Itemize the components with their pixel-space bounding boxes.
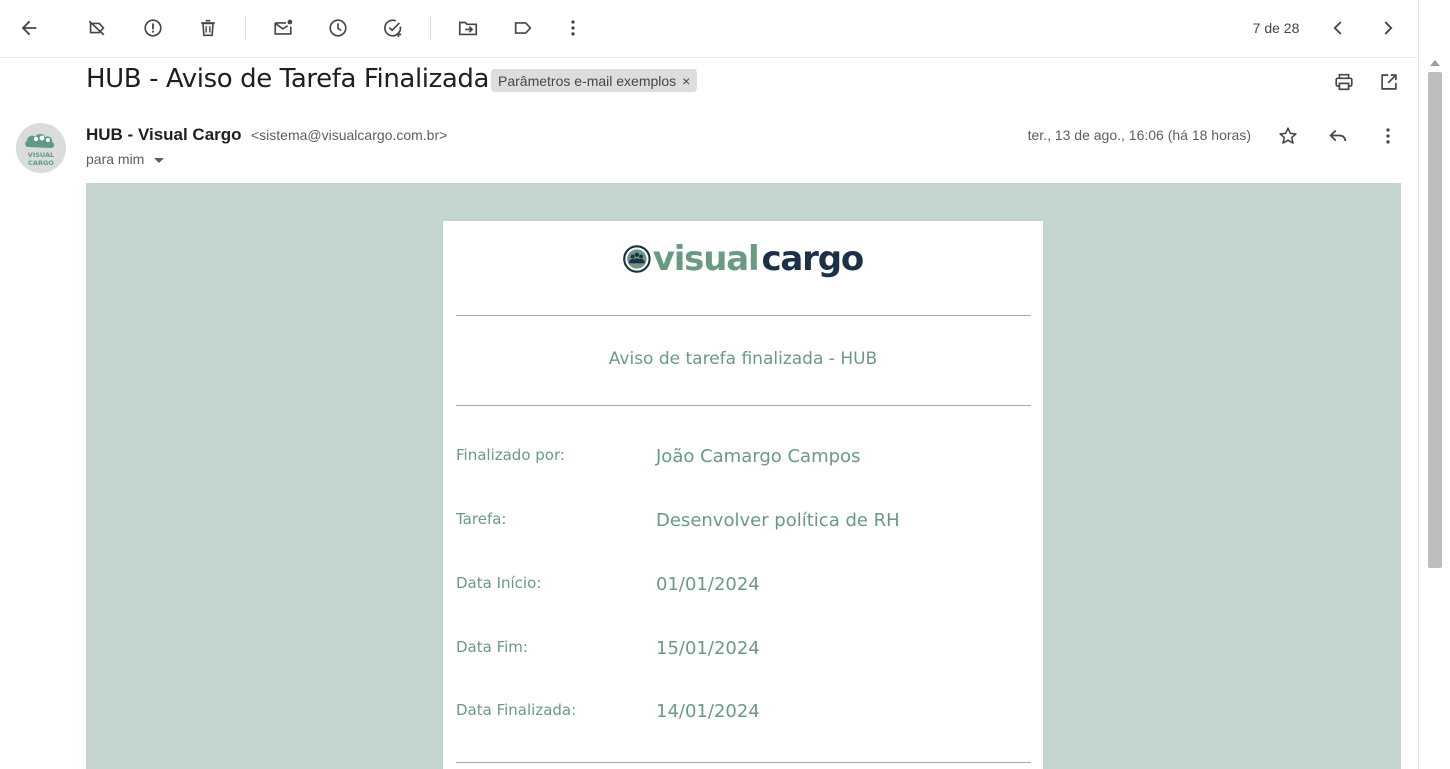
email-body: visual cargo Aviso de tarefa finalizada … — [86, 183, 1401, 769]
label-off-icon — [88, 20, 105, 36]
star-icon — [1279, 127, 1297, 144]
start-date-label: Data Início: — [456, 574, 542, 592]
avatar-line-2: CARGO — [28, 159, 54, 167]
move-to-button[interactable] — [450, 10, 486, 46]
finished-by-label: Finalizado por: — [456, 446, 565, 464]
caret-down-icon — [154, 157, 165, 163]
reply-button[interactable] — [1322, 120, 1354, 152]
avatar-line-1: VISUAL — [28, 151, 54, 159]
divider — [456, 762, 1031, 763]
clock-icon — [329, 19, 347, 37]
scroll-up-arrow-icon[interactable] — [1430, 60, 1440, 66]
label-chip[interactable]: Parâmetros e-mail exemplos × — [491, 69, 698, 92]
recipient-text: para mim — [86, 151, 145, 167]
logo-word-cargo: cargo — [761, 239, 864, 279]
open-in-new-icon — [1381, 74, 1397, 90]
toolbar-divider — [245, 16, 246, 40]
add-task-icon — [384, 19, 402, 38]
remove-label-button[interactable]: × — [682, 73, 690, 89]
reply-icon — [1329, 129, 1347, 142]
visual-cargo-logo: visual cargo — [623, 233, 864, 285]
delete-button[interactable] — [190, 10, 226, 46]
vertical-scrollbar[interactable] — [1418, 0, 1450, 769]
recipient-details-toggle[interactable]: para mim — [86, 151, 165, 167]
open-in-new-window-button[interactable] — [1373, 66, 1405, 98]
message-more-button[interactable] — [1372, 120, 1404, 152]
task-label: Tarefa: — [456, 510, 507, 528]
email-date: ter., 13 de ago., 16:06 (há 18 horas) — [1027, 127, 1251, 143]
email-view-panel: 7 de 28 HUB - Aviso de Tarefa Finalizada… — [0, 0, 1418, 769]
end-date-value: 15/01/2024 — [656, 638, 760, 659]
folder-move-icon — [458, 21, 478, 36]
mark-unread-button[interactable] — [265, 10, 301, 46]
older-message-button[interactable] — [1370, 10, 1406, 46]
notification-card: visual cargo Aviso de tarefa finalizada … — [443, 221, 1043, 769]
add-to-tasks-button[interactable] — [375, 10, 411, 46]
toolbar-divider — [430, 16, 431, 40]
sender-avatar[interactable]: VISUAL CARGO — [16, 123, 66, 173]
star-button[interactable] — [1272, 120, 1304, 152]
start-date-value: 01/01/2024 — [656, 574, 760, 595]
task-value: Desenvolver política de RH — [656, 510, 900, 531]
finished-by-value: João Camargo Campos — [656, 446, 861, 467]
label-icon — [514, 22, 532, 34]
message-position-counter: 7 de 28 — [1252, 20, 1300, 36]
finished-date-label: Data Finalizada: — [456, 701, 577, 719]
mark-unread-icon — [274, 19, 293, 35]
more-vert-icon — [571, 20, 575, 36]
logo-wordmark: visual cargo — [652, 239, 864, 279]
move-out-of-spam-button[interactable] — [79, 10, 115, 46]
logo-word-visual: visual — [652, 239, 760, 279]
report-icon — [144, 19, 162, 37]
divider — [456, 315, 1031, 316]
sender-email: <sistema@visualcargo.com.br> — [251, 127, 448, 143]
arrow-back-icon — [21, 20, 37, 36]
finished-date-value: 14/01/2024 — [656, 701, 760, 722]
print-icon — [1335, 73, 1353, 91]
trash-icon — [201, 19, 215, 37]
labels-button[interactable] — [505, 10, 541, 46]
more-vert-icon — [1386, 128, 1390, 144]
divider — [456, 405, 1031, 406]
visual-cargo-logo-icon — [623, 245, 651, 273]
newer-message-button[interactable] — [1320, 10, 1356, 46]
snooze-button[interactable] — [320, 10, 356, 46]
more-actions-button[interactable] — [555, 10, 591, 46]
end-date-label: Data Fim: — [456, 638, 528, 656]
notice-title: Aviso de tarefa finalizada - HUB — [608, 349, 878, 369]
message-toolbar: 7 de 28 — [0, 0, 1418, 58]
print-button[interactable] — [1328, 66, 1360, 98]
chevron-right-icon — [1384, 21, 1393, 35]
report-spam-button[interactable] — [135, 10, 171, 46]
back-button[interactable] — [11, 10, 47, 46]
sender-name[interactable]: HUB - Visual Cargo — [86, 125, 242, 145]
email-subject: HUB - Aviso de Tarefa Finalizada — [86, 64, 490, 94]
visual-cargo-avatar-icon: VISUAL CARGO — [16, 123, 66, 173]
chevron-left-icon — [1333, 21, 1342, 35]
label-chip-text: Parâmetros e-mail exemplos — [498, 72, 677, 89]
scrollbar-thumb[interactable] — [1428, 72, 1442, 568]
